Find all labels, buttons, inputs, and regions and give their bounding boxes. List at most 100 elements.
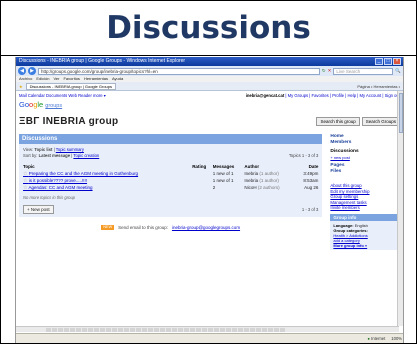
favorites-star-icon[interactable]: ★ — [19, 84, 23, 89]
more-group-info-link[interactable]: More group info » — [333, 243, 367, 248]
web-page: Mail Calendar Documents Web Reader more … — [16, 91, 403, 252]
nav-link-documents[interactable]: Documents — [46, 93, 67, 98]
group-email-link[interactable]: inebria-group@googlegroups.com — [172, 225, 240, 230]
discussions-body: View: Topic list | Topic summary Sort by… — [19, 144, 323, 217]
group-sidebar: Home Members Discussions + new post Page… — [330, 134, 400, 250]
page-content: Discussions View: Topic list | Topic sum… — [19, 134, 400, 250]
nav-link-favorites[interactable]: Favorites — [312, 93, 329, 98]
topic-link[interactable]: ☆ Agendas: CC and AGM meeting — [23, 184, 192, 191]
maximize-icon[interactable]: □ — [384, 58, 392, 65]
col-rating: Rating — [192, 164, 207, 169]
group-search: Search this group Search Groups — [316, 116, 400, 126]
email-group-row: NEW Send email to this group: inebria-gr… — [19, 225, 322, 230]
topic-messages: 2 — [212, 185, 216, 190]
nav-link-more[interactable]: more ▾ — [93, 93, 106, 98]
topic-date: Aug 26 — [304, 185, 319, 190]
back-arrow-icon[interactable]: ◀ — [18, 67, 26, 75]
nav-link-web[interactable]: Web — [68, 93, 77, 98]
view-topic-summary[interactable]: Topic summary — [56, 147, 84, 152]
star-icon[interactable]: ☆ — [23, 178, 27, 184]
nav-link-reader[interactable]: Reader — [78, 93, 92, 98]
nav-link-calendar[interactable]: Calendar — [28, 93, 45, 98]
topic-date: 3:49pm — [303, 171, 319, 176]
topic-link[interactable]: ☆ is it possible???? prove.....!!!! — [23, 177, 192, 184]
sidebar-invite-link[interactable]: Invite members — [330, 205, 400, 211]
menu-edicion[interactable]: Edición — [36, 76, 49, 82]
sidebar-primary: Home Members — [330, 134, 400, 146]
browser-search-input[interactable]: Live Search — [333, 67, 394, 75]
globe-icon: ● — [367, 336, 370, 341]
col-author: Author — [244, 164, 260, 169]
new-badge: NEW — [101, 225, 115, 230]
sort-latest-message: Latest message — [38, 153, 71, 158]
window-controls: _ □ × — [375, 57, 403, 66]
search-icon[interactable]: 🔍 — [395, 68, 401, 74]
vertical-scrollbar[interactable] — [397, 91, 403, 326]
topic-link[interactable]: ☆ Preparing the CC and the AGM meeting i… — [23, 170, 192, 177]
star-icon[interactable]: ☆ — [23, 171, 27, 177]
horizontal-scrollbar[interactable] — [16, 326, 399, 332]
topics-range: Topics 1 - 3 of 3 — [288, 153, 319, 158]
minimize-icon[interactable]: _ — [375, 58, 383, 65]
col-topic: Topic — [23, 164, 35, 169]
scrollbar-thumb[interactable] — [399, 93, 403, 133]
menu-herramientas[interactable]: Herramientas — [84, 76, 108, 82]
search-this-group-button[interactable]: Search this group — [316, 116, 360, 126]
account-email: inebria@gencat.cat — [245, 93, 285, 98]
sort-options: Sort by: Latest message | Topic creation… — [23, 153, 319, 158]
nav-link-profile[interactable]: Profile — [332, 93, 344, 98]
url-input[interactable]: http://groups.google.com/group/inebria-g… — [38, 67, 320, 75]
topic-messages: 1 new of 1 — [212, 171, 234, 176]
sidebar-content: Pages Files — [330, 163, 400, 175]
refresh-icon[interactable]: ↻ — [322, 68, 326, 74]
sidebar-management: About this group Edit my membership Grou… — [330, 183, 400, 211]
menu-favoritos[interactable]: Favoritos — [63, 76, 79, 82]
group-info-header: Group info — [330, 213, 400, 221]
status-bar: ● Internet 100% — [16, 333, 403, 343]
topic-author[interactable]: NicoH (2 authors) — [244, 184, 296, 191]
topic-author[interactable]: Inebria (1 author) — [244, 170, 296, 177]
zoom-level[interactable]: 100% — [391, 334, 402, 343]
topic-date: 8:53am — [303, 178, 319, 183]
sidebar-item-files[interactable]: Files — [330, 169, 400, 175]
topic-author[interactable]: Inebria (1 author) — [244, 177, 296, 184]
menu-archivo[interactable]: Archivo — [19, 76, 32, 82]
no-more-topics: No more topics in this group — [23, 195, 76, 200]
group-header: ΞBΓ INEBRIA group Search this group Sear… — [19, 113, 400, 129]
table-row: ☆ Preparing the CC and the AGM meeting i… — [23, 170, 318, 177]
star-icon[interactable]: ☆ — [23, 185, 27, 191]
google-groups-logo[interactable]: Google groups — [19, 100, 400, 110]
menu-ver[interactable]: Ver — [53, 76, 59, 82]
close-icon[interactable]: × — [393, 58, 401, 65]
table-row: ☆ is it possible???? prove.....!!!! 1 ne… — [23, 177, 318, 184]
sidebar-new-post-link[interactable]: + new post — [330, 155, 400, 160]
discussions-panel: Discussions View: Topic list | Topic sum… — [19, 134, 323, 250]
tab-discussions[interactable]: Discussions - INEBRIA group | Google Gro… — [25, 82, 117, 90]
tab-tools[interactable]: Página • Herramientas • — [357, 84, 403, 89]
nav-link-help[interactable]: Help — [348, 93, 357, 98]
pager: 1 - 3 of 3 — [301, 207, 319, 212]
stop-icon[interactable]: ✕ — [328, 68, 332, 74]
search-groups-button[interactable]: Search Groups — [361, 116, 400, 126]
nav-link-mail[interactable]: Mail — [19, 93, 27, 98]
new-post-button[interactable]: + New post — [23, 205, 54, 214]
topic-rating — [192, 184, 213, 191]
topic-rating — [192, 177, 213, 184]
account-links: inebria@gencat.cat | My Groups | Favorit… — [245, 93, 400, 98]
nav-link-my-groups[interactable]: My Groups — [288, 93, 308, 98]
email-label: Send email to this group: — [118, 225, 168, 230]
topics-table: Topic Rating Messages Author Date ☆ Prep… — [23, 163, 318, 191]
sort-topic-creation[interactable]: Topic creation — [73, 153, 99, 158]
discussions-header: Discussions — [19, 134, 323, 144]
google-apps-links: Mail Calendar Documents Web Reader more … — [19, 93, 106, 99]
forward-arrow-icon[interactable]: ▶ — [28, 67, 36, 75]
table-row: ☆ Agendas: CC and AGM meeting 2 NicoH (2… — [23, 184, 318, 191]
new-post-row: + New post 1 - 3 of 3 — [23, 205, 318, 214]
status-zone: ● Internet 100% — [367, 334, 402, 343]
nav-link-my-account[interactable]: My Account — [360, 93, 382, 98]
view-topic-list: Topic list — [34, 147, 53, 152]
menu-ayuda[interactable]: Ayuda — [112, 76, 123, 82]
slide-frame: Discussions Discussions - INEBRIA group … — [0, 0, 417, 344]
col-messages: Messages — [212, 164, 235, 169]
sidebar-item-members[interactable]: Members — [330, 140, 400, 146]
